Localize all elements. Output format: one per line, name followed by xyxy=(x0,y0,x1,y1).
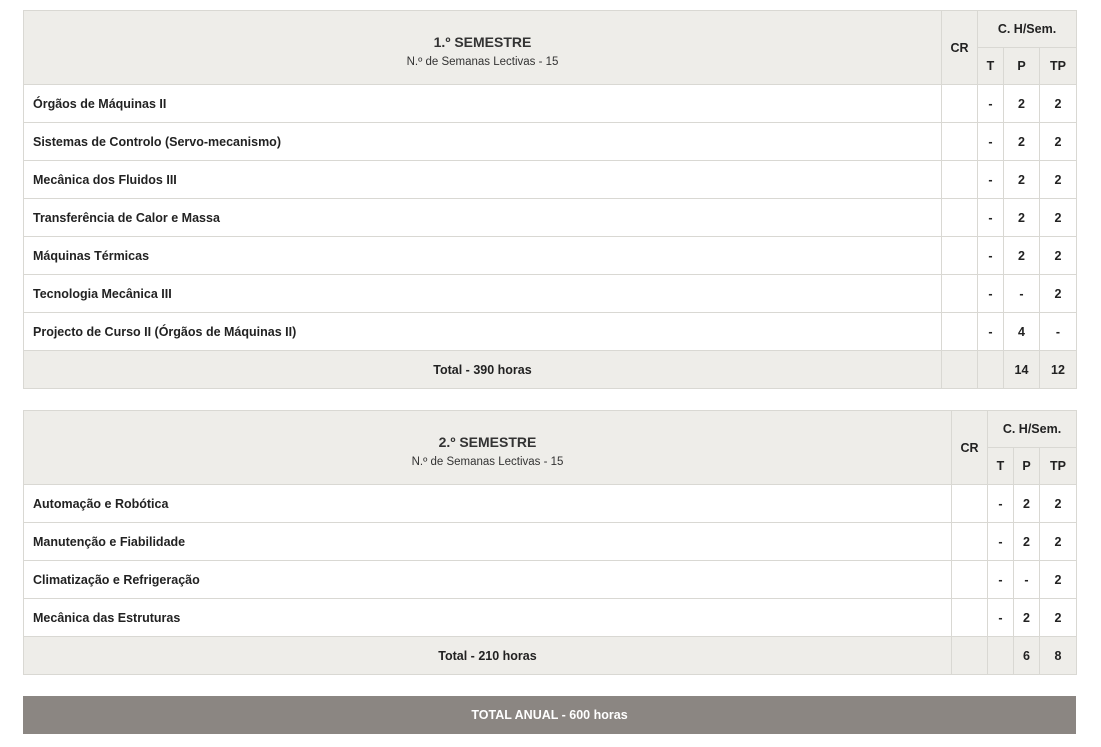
col-t-header: T xyxy=(977,47,1004,85)
annual-total-bar: TOTAL ANUAL - 600 horas xyxy=(23,696,1076,734)
p-cell: 2 xyxy=(1003,198,1040,237)
t-cell: - xyxy=(987,522,1014,561)
table-row: Máquinas Térmicas - 2 2 xyxy=(23,236,1078,275)
subject-name: Transferência de Calor e Massa xyxy=(23,198,942,237)
col-p-header: P xyxy=(1013,447,1040,485)
cr-header: CR xyxy=(951,410,988,485)
tp-cell: 2 xyxy=(1038,122,1078,161)
tp-cell: - xyxy=(1038,312,1078,351)
p-cell: 2 xyxy=(1013,522,1040,561)
hours-per-week-header: C. H/Sem. xyxy=(986,410,1078,448)
col-p-header: P xyxy=(1003,47,1040,85)
t-cell: - xyxy=(977,312,1004,351)
table-row: Automação e Robótica - 2 2 xyxy=(23,484,1078,523)
subject-name: Órgãos de Máquinas II xyxy=(23,84,942,123)
tp-cell: 2 xyxy=(1038,598,1078,637)
table-row: Manutenção e Fiabilidade - 2 2 xyxy=(23,522,1078,561)
t-cell: - xyxy=(977,160,1004,199)
t-cell: - xyxy=(987,560,1014,599)
cr-cell xyxy=(941,198,978,237)
total-t-cell xyxy=(977,350,1004,389)
cr-cell xyxy=(941,274,978,313)
p-cell: - xyxy=(1003,274,1040,313)
p-cell: 2 xyxy=(1003,122,1040,161)
cr-cell xyxy=(941,160,978,199)
total-label: Total - 210 horas xyxy=(23,636,952,675)
semester-weeks: N.º de Semanas Lectivas - 15 xyxy=(411,455,564,468)
p-cell: 2 xyxy=(1003,84,1040,123)
table-row: Projecto de Curso II (Órgãos de Máquinas… xyxy=(23,312,1078,351)
subject-name: Climatização e Refrigeração xyxy=(23,560,952,599)
col-tp-header: TP xyxy=(1038,47,1078,85)
t-cell: - xyxy=(977,236,1004,275)
total-cr-cell xyxy=(951,636,988,675)
subject-name: Manutenção e Fiabilidade xyxy=(23,522,952,561)
tp-cell: 2 xyxy=(1038,484,1078,523)
semester-1-table: 1.º SEMESTRE N.º de Semanas Lectivas - 1… xyxy=(23,10,1078,389)
subject-name: Máquinas Térmicas xyxy=(23,236,942,275)
total-label: Total - 390 horas xyxy=(23,350,942,389)
total-p-cell: 6 xyxy=(1013,636,1040,675)
tp-cell: 2 xyxy=(1038,198,1078,237)
col-tp-header: TP xyxy=(1038,447,1078,485)
table-row: Sistemas de Controlo (Servo-mecanismo) -… xyxy=(23,122,1078,161)
tp-cell: 2 xyxy=(1038,560,1078,599)
p-cell: 2 xyxy=(1003,160,1040,199)
t-cell: - xyxy=(987,598,1014,637)
table-row: Mecânica dos Fluidos III - 2 2 xyxy=(23,160,1078,199)
tp-cell: 2 xyxy=(1038,84,1078,123)
total-p-cell: 14 xyxy=(1003,350,1040,389)
cr-cell xyxy=(951,598,988,637)
total-row: Total - 390 horas 14 12 xyxy=(23,350,1078,389)
cr-cell xyxy=(951,522,988,561)
subject-name: Projecto de Curso II (Órgãos de Máquinas… xyxy=(23,312,942,351)
hours-per-week-header: C. H/Sem. xyxy=(976,10,1078,48)
p-cell: 2 xyxy=(1013,598,1040,637)
table-row: Transferência de Calor e Massa - 2 2 xyxy=(23,198,1078,237)
p-cell: 2 xyxy=(1013,484,1040,523)
t-cell: - xyxy=(987,484,1014,523)
semester-header: 2.º SEMESTRE N.º de Semanas Lectivas - 1… xyxy=(23,410,952,485)
tp-cell: 2 xyxy=(1038,522,1078,561)
total-cr-cell xyxy=(941,350,978,389)
subject-name: Tecnologia Mecânica III xyxy=(23,274,942,313)
tp-cell: 2 xyxy=(1038,160,1078,199)
p-cell: 4 xyxy=(1003,312,1040,351)
table-row: Climatização e Refrigeração - - 2 xyxy=(23,560,1078,599)
cr-cell xyxy=(941,312,978,351)
tp-cell: 2 xyxy=(1038,274,1078,313)
subject-name: Mecânica dos Fluidos III xyxy=(23,160,942,199)
total-tp-cell: 12 xyxy=(1038,350,1078,389)
t-cell: - xyxy=(977,198,1004,237)
p-cell: - xyxy=(1013,560,1040,599)
table-row: Mecânica das Estruturas - 2 2 xyxy=(23,598,1078,637)
semester-1-table-wrap: 1.º SEMESTRE N.º de Semanas Lectivas - 1… xyxy=(23,10,1078,389)
cr-cell xyxy=(941,84,978,123)
cr-cell xyxy=(941,122,978,161)
total-tp-cell: 8 xyxy=(1038,636,1078,675)
semester-2-table: 2.º SEMESTRE N.º de Semanas Lectivas - 1… xyxy=(23,410,1078,675)
p-cell: 2 xyxy=(1003,236,1040,275)
table-row: Tecnologia Mecânica III - - 2 xyxy=(23,274,1078,313)
semester-weeks: N.º de Semanas Lectivas - 15 xyxy=(406,55,559,68)
t-cell: - xyxy=(977,274,1004,313)
semester-title: 1.º SEMESTRE xyxy=(433,33,532,50)
t-cell: - xyxy=(977,122,1004,161)
semester-title: 2.º SEMESTRE xyxy=(438,433,537,450)
table-row: Órgãos de Máquinas II - 2 2 xyxy=(23,84,1078,123)
cr-cell xyxy=(951,560,988,599)
total-row: Total - 210 horas 6 8 xyxy=(23,636,1078,675)
subject-name: Mecânica das Estruturas xyxy=(23,598,952,637)
col-t-header: T xyxy=(987,447,1014,485)
subject-name: Sistemas de Controlo (Servo-mecanismo) xyxy=(23,122,942,161)
cr-header: CR xyxy=(941,10,978,85)
semester-header: 1.º SEMESTRE N.º de Semanas Lectivas - 1… xyxy=(23,10,942,85)
semester-2-table-wrap: 2.º SEMESTRE N.º de Semanas Lectivas - 1… xyxy=(23,410,1078,675)
tp-cell: 2 xyxy=(1038,236,1078,275)
cr-cell xyxy=(941,236,978,275)
subject-name: Automação e Robótica xyxy=(23,484,952,523)
t-cell: - xyxy=(977,84,1004,123)
total-t-cell xyxy=(987,636,1014,675)
cr-cell xyxy=(951,484,988,523)
